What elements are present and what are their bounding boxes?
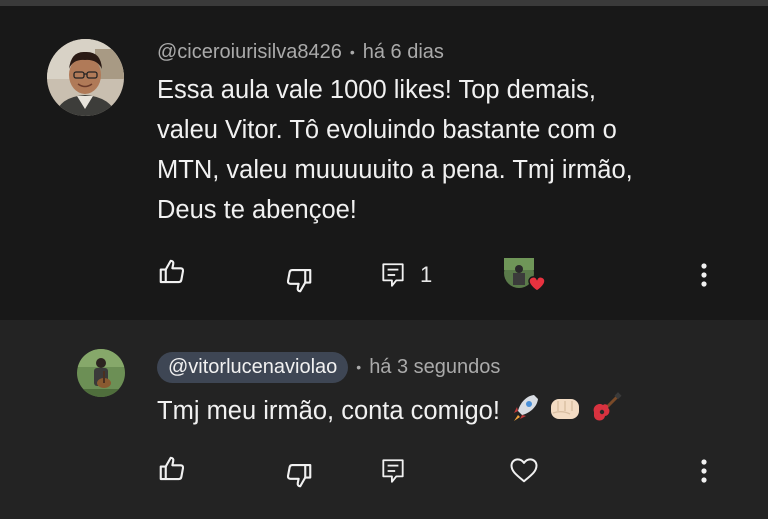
comment-text-line: valeu Vitor. Tô evoluindo bastante com o — [157, 116, 617, 144]
guitar-emoji — [590, 392, 622, 431]
comment-text-line: Tmj meu irmão, conta comigo! — [157, 397, 500, 425]
comment-meta: @vitorlucenaviolao • há 3 segundos — [157, 351, 500, 383]
dislike-button[interactable] — [284, 265, 314, 295]
avatar[interactable] — [47, 39, 124, 116]
comment-meta: @ciceroiurisilva8426 • há 6 dias — [157, 38, 444, 66]
reply-button[interactable]: 1 — [380, 261, 432, 289]
comment-time[interactable]: há 3 segundos — [369, 356, 500, 379]
like-icon — [157, 257, 187, 287]
more-icon — [697, 457, 711, 485]
creator-handle-chip[interactable]: @vitorlucenaviolao — [157, 351, 349, 383]
comment-time[interactable]: há 6 dias — [363, 41, 444, 64]
reply-icon — [380, 457, 406, 485]
meta-separator: • — [349, 44, 355, 60]
creator-avatar[interactable] — [77, 349, 125, 397]
reply-comment: @vitorlucenaviolao • há 3 segundos Tmj m… — [0, 320, 768, 519]
author-handle[interactable]: @ciceroiurisilva8426 — [157, 41, 342, 64]
comment-text-line: Essa aula vale 1000 likes! Top demais, — [157, 76, 596, 104]
more-options-button[interactable] — [697, 261, 711, 289]
heart-button[interactable] — [509, 456, 539, 484]
like-button[interactable] — [157, 257, 187, 287]
more-icon — [697, 261, 711, 289]
reply-button[interactable] — [380, 457, 406, 485]
meta-separator: • — [356, 359, 362, 375]
comment-text: Essa aula vale 1000 likes! Top demais, v… — [157, 70, 717, 230]
dislike-icon — [284, 265, 314, 295]
comment-text-line: MTN, valeu muuuuuito a pena. Tmj irmão, — [157, 156, 633, 184]
heart-outline-icon — [509, 456, 539, 484]
comment-text: Tmj meu irmão, conta comigo! — [157, 392, 622, 431]
fist-emoji — [548, 393, 582, 430]
like-button[interactable] — [157, 454, 187, 484]
reply-count: 1 — [420, 262, 433, 287]
like-icon — [157, 454, 187, 484]
comment-text-line: Deus te abençoe! — [157, 196, 357, 224]
comment-thread: @ciceroiurisilva8426 • há 6 dias Essa au… — [0, 6, 768, 320]
dislike-icon — [284, 460, 314, 490]
rocket-emoji — [512, 393, 540, 430]
creator-heart-badge — [503, 257, 549, 297]
reply-icon — [380, 261, 406, 289]
more-options-button[interactable] — [697, 457, 711, 485]
dislike-button[interactable] — [284, 460, 314, 490]
